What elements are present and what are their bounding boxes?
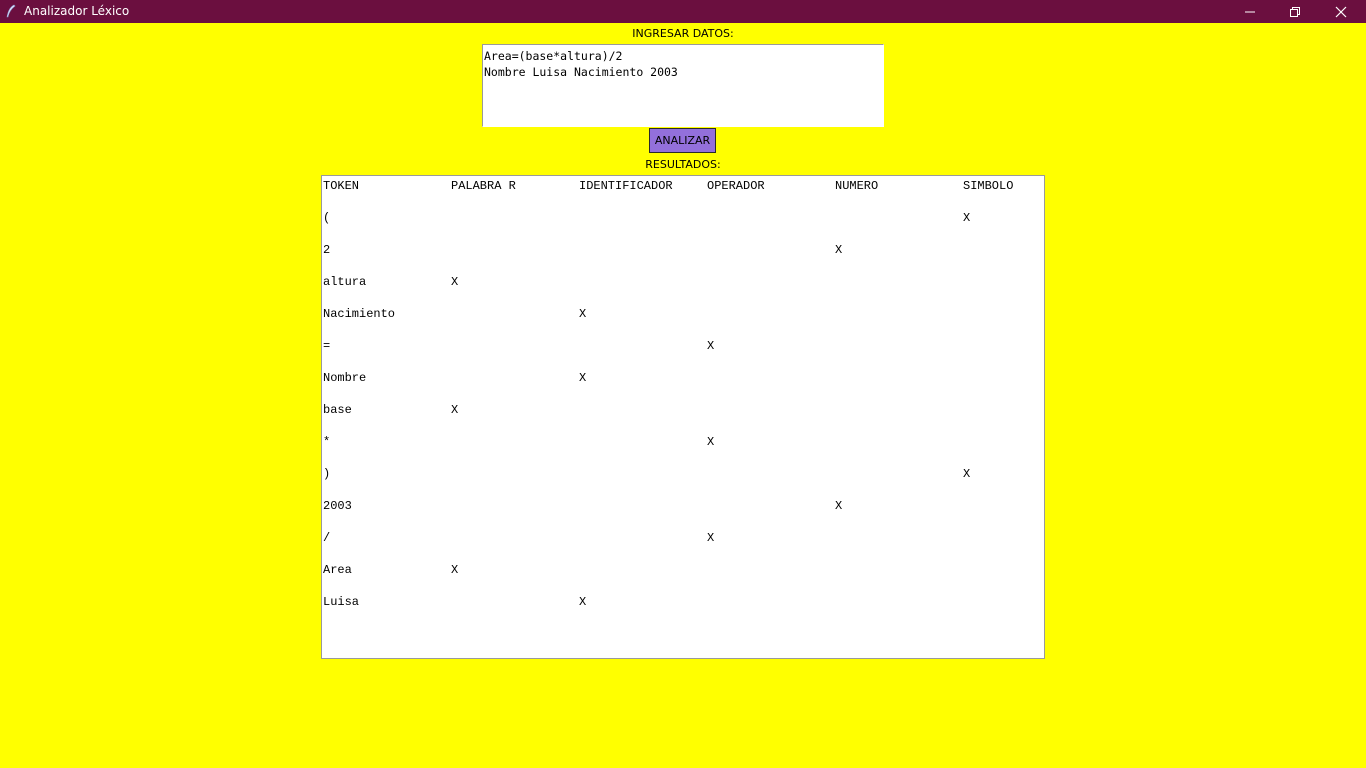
header-operador: OPERADOR <box>707 179 765 193</box>
header-identificador: IDENTIFICADOR <box>579 179 673 193</box>
restore-icon <box>1290 7 1300 17</box>
table-row: Nombre X <box>322 370 1044 386</box>
cell-numero: X <box>835 499 843 513</box>
cell-token: Nacimiento <box>323 307 396 321</box>
input-line: Nombre Luisa Nacimiento 2003 <box>484 65 678 79</box>
header-token: TOKEN <box>323 179 360 193</box>
header-palabra-r: PALABRA R <box>451 179 516 193</box>
cell-numero: X <box>835 243 843 257</box>
cell-identificador: X <box>579 307 587 321</box>
table-row: (X <box>322 210 1044 226</box>
cell-palabra-r: X <box>451 403 459 417</box>
cell-token: base <box>323 403 352 417</box>
results-textarea[interactable]: TOKEN PALABRA R IDENTIFICADOR OPERADOR NUMER… <box>321 175 1045 659</box>
cell-operador: X <box>707 339 715 353</box>
results-label: RESULTADOS: <box>645 158 721 171</box>
table-row: / X <box>322 530 1044 546</box>
minimize-button[interactable] <box>1227 0 1273 23</box>
input-label: INGRESAR DATOS: <box>632 27 734 40</box>
table-row: ) X <box>322 466 1044 482</box>
close-icon <box>1335 6 1347 18</box>
cell-token: Area <box>323 563 352 577</box>
cell-palabra-r: X <box>451 275 459 289</box>
minimize-icon <box>1245 11 1255 13</box>
input-textarea[interactable]: Area=(base*altura)/2 Nombre Luisa Nacimi… <box>482 44 884 127</box>
table-row: = X <box>322 338 1044 354</box>
table-row: Luisa X <box>322 594 1044 610</box>
cell-identificador: X <box>579 371 587 385</box>
table-row: altura X <box>322 274 1044 290</box>
header-row: TOKEN PALABRA R IDENTIFICADOR OPERADOR NUMER… <box>322 178 1044 194</box>
title-bar: Analizador Léxico <box>0 0 1366 23</box>
table-row: base X <box>322 402 1044 418</box>
cell-token: ( <box>323 211 331 225</box>
header-numero: NUMERO <box>835 179 879 193</box>
cell-identificador: X <box>579 595 587 609</box>
table-row: 2X <box>322 242 1044 258</box>
window-title: Analizador Léxico <box>24 4 130 18</box>
table-row: Area X <box>322 562 1044 578</box>
cell-token: * <box>323 435 331 449</box>
cell-token: altura <box>323 275 367 289</box>
cell-simbolo: X <box>963 467 971 481</box>
header-simbolo: SIMBOLO <box>963 179 1014 193</box>
cell-token: / <box>323 531 331 545</box>
cell-simbolo: X <box>963 211 971 225</box>
cell-operador: X <box>707 531 715 545</box>
close-button[interactable] <box>1318 0 1364 23</box>
cell-token: ) <box>323 467 331 481</box>
table-row: Nacimiento X <box>322 306 1044 322</box>
cell-token: 2 <box>323 243 331 257</box>
cell-token: = <box>323 339 331 353</box>
cell-token: Nombre <box>323 371 367 385</box>
restore-button[interactable] <box>1272 0 1318 23</box>
cell-token: 2003 <box>323 499 352 513</box>
cell-palabra-r: X <box>451 563 459 577</box>
analyze-button[interactable]: ANALIZAR <box>649 128 716 153</box>
cell-operador: X <box>707 435 715 449</box>
input-line: Area=(base*altura)/2 <box>484 49 623 63</box>
table-row: 2003 X <box>322 498 1044 514</box>
cell-token: Luisa <box>323 595 360 609</box>
table-row: * X <box>322 434 1044 450</box>
feather-icon <box>6 4 16 18</box>
